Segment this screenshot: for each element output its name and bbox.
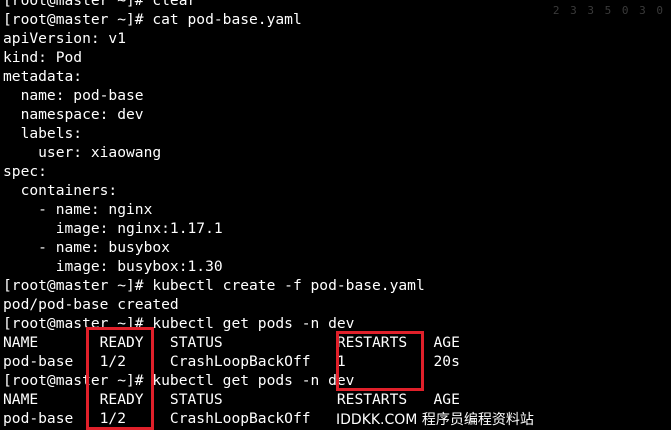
terminal-line: [root@master ~]# kubectl get pods -n dev — [3, 372, 355, 389]
terminal-line: [root@master ~]# kubectl get pods -n dev — [3, 315, 355, 332]
terminal-line: [root@master ~]# clear — [3, 0, 197, 9]
terminal-line: [root@master ~]# kubectl create -f pod-b… — [3, 277, 425, 294]
terminal-line: namespace: dev — [3, 106, 144, 123]
top-right-watermark: 2 3 3 5 0 3 0 — [552, 4, 665, 17]
terminal-line: image: nginx:1.17.1 — [3, 220, 223, 237]
terminal-line: - name: busybox — [3, 239, 170, 256]
terminal-line: apiVersion: v1 — [3, 30, 127, 47]
ready-column-highlight — [86, 327, 154, 430]
terminal-line: pod/pod-base created — [3, 296, 179, 313]
terminal-window[interactable]: [root@master ~]# clear [root@master ~]# … — [0, 0, 671, 430]
terminal-line: kind: Pod — [3, 49, 83, 66]
terminal-line: image: busybox:1.30 — [3, 258, 223, 275]
terminal-line: - name: nginx — [3, 201, 153, 218]
table-row: pod-base 1/2 CrashLoopBackOff — [3, 410, 337, 427]
table-header-line: NAME READY STATUS RESTARTS AGE — [3, 391, 460, 408]
footer-watermark: IDDKK.COM 程序员编程资料站 — [336, 410, 671, 430]
terminal-line: user: xiaowang — [3, 144, 162, 161]
restarts-column-highlight — [336, 331, 424, 391]
terminal-line: spec: — [3, 163, 47, 180]
terminal-line: [root@master ~]# cat pod-base.yaml — [3, 11, 302, 28]
terminal-line: labels: — [3, 125, 83, 142]
terminal-line: name: pod-base — [3, 87, 144, 104]
terminal-line: containers: — [3, 182, 118, 199]
terminal-line: metadata: — [3, 68, 83, 85]
